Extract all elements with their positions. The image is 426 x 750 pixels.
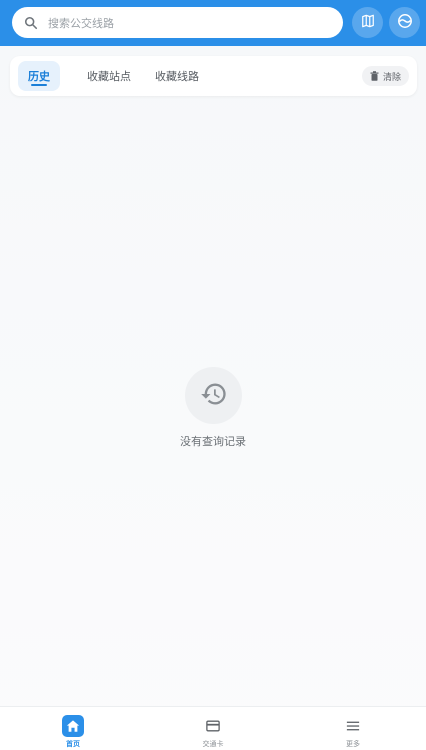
tab-label: 收藏站点 [87,70,131,83]
tabs-bar: 历史 收藏站点 收藏线路 清除 [10,56,417,96]
nav-transit-card[interactable]: 交通卡 [173,707,253,750]
nav-label: 交通卡 [202,740,224,748]
empty-state-text: 没有查询记录 [180,435,246,448]
card-icon [202,715,224,737]
map-button[interactable] [352,7,383,38]
nav-label: 首页 [66,740,80,748]
tab-label: 历史 [28,70,50,83]
search-placeholder: 搜索公交线路 [48,16,114,30]
search-input[interactable]: 搜索公交线路 [12,7,343,38]
active-tab-indicator [31,84,47,86]
home-icon [62,715,84,737]
nav-more[interactable]: 更多 [313,707,393,750]
nav-home[interactable]: 首页 [33,707,113,750]
empty-state-icon-container [185,367,242,424]
tab-label: 收藏线路 [155,70,199,83]
clear-button-label: 清除 [382,72,401,83]
tab-saved-stations[interactable]: 收藏站点 [72,61,146,91]
clear-button[interactable]: 清除 [361,66,409,86]
history-icon [200,380,228,412]
app-screen: 搜索公交线路 历史 收藏站点 收藏线路 清除 没有查询记录 首页 交通卡 更多 [0,0,426,750]
search-icon [24,15,40,31]
tab-saved-lines[interactable]: 收藏线路 [140,61,214,91]
top-bar: 搜索公交线路 [0,0,426,46]
map-icon [361,13,375,32]
tab-history[interactable]: 历史 [18,61,60,91]
trash-icon [370,71,379,81]
menu-icon [342,715,364,737]
bottom-nav: 首页 交通卡 更多 [0,706,426,750]
metro-button[interactable] [389,7,420,38]
metro-icon [397,13,413,33]
nav-label: 更多 [346,740,360,748]
